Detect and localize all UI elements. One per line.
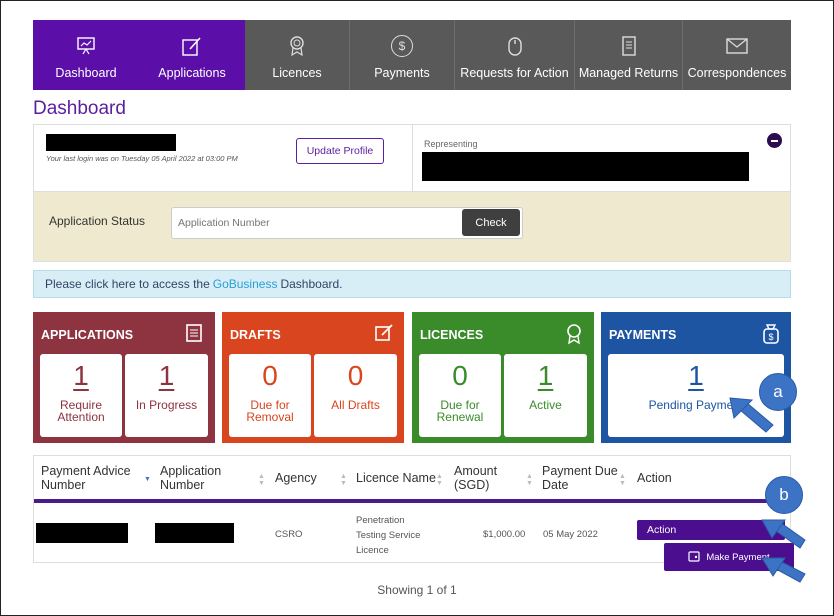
annotation-arrows — [729, 397, 806, 583]
